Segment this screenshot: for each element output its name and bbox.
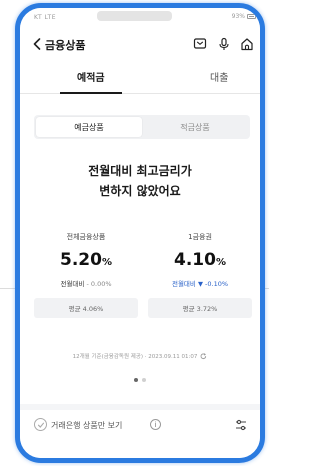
carousel-pagination xyxy=(20,378,260,382)
section-separator xyxy=(20,404,260,410)
home-icon xyxy=(241,38,253,51)
stat-rate-unit: % xyxy=(215,257,226,268)
stat-change: 전월대비 ▼ -0.10% xyxy=(148,278,252,288)
stat-rate-unit: % xyxy=(101,257,112,268)
product-tabs: 예적금 대출 xyxy=(20,64,260,94)
stat-tier1-banks: 1금융권 4.10% 전월대비 ▼ -0.10% 평균 3.72% xyxy=(148,232,252,318)
phone-frame: KT LTE 93% 금융상품 예적금 대출 예금상품 적금상품 전월대비 최고… xyxy=(15,3,265,463)
headline-line-2: 변하지 않았어요 xyxy=(99,184,181,198)
app-header: 금융상품 xyxy=(20,32,260,56)
voice-search-button[interactable] xyxy=(216,36,232,52)
stat-label: 1금융권 xyxy=(188,233,212,241)
stat-label: 전체금융상품 xyxy=(66,233,106,241)
pagination-dot-active[interactable] xyxy=(134,378,138,382)
back-button[interactable] xyxy=(30,36,44,52)
segment-installment[interactable]: 적금상품 xyxy=(142,117,248,137)
info-icon[interactable]: i xyxy=(150,419,161,430)
back-arrow-icon xyxy=(33,38,41,50)
my-bank-only-label[interactable]: 거래은행 상품만 보기 xyxy=(51,420,122,431)
chat-button[interactable] xyxy=(192,36,208,52)
headline-line-1: 전월대비 최고금리가 xyxy=(88,164,192,178)
filter-icon[interactable] xyxy=(234,418,248,432)
stat-rate-value: 5.20 xyxy=(60,250,102,270)
stat-all-products: 전체금융상품 5.20% 전월대비 - 0.00% 평균 4.06% xyxy=(34,232,138,318)
refresh-icon[interactable] xyxy=(200,352,207,360)
deposit-type-segment: 예금상품 적금상품 xyxy=(34,115,250,139)
app-screen: KT LTE 93% 금융상품 예적금 대출 예금상품 적금상품 전월대비 최고… xyxy=(20,8,260,458)
my-bank-only-checkbox[interactable] xyxy=(34,418,47,431)
stat-change-label: 전월대비 xyxy=(171,280,196,288)
stat-rate: 5.20% xyxy=(34,250,138,270)
screenshot-stage: KT LTE 93% 금융상품 예적금 대출 예금상품 적금상품 전월대비 최고… xyxy=(0,0,269,466)
stat-change: 전월대비 - 0.00% xyxy=(34,278,138,288)
active-tab-indicator xyxy=(60,92,122,94)
carrier-text: KT LTE xyxy=(34,14,57,21)
status-bar: KT LTE 93% xyxy=(20,8,260,28)
stat-change-label: 전월대비 xyxy=(60,280,85,288)
data-basis-note: 12개월 기준(금융감독원 제공) · 2023.09.11 01:07 xyxy=(20,352,260,360)
segment-deposit[interactable]: 예금상품 xyxy=(36,117,142,137)
stat-change-value: - 0.00% xyxy=(86,280,112,288)
battery-icon xyxy=(247,14,256,19)
basis-text: 12개월 기준(금융감독원 제공) · 2023.09.11 01:07 xyxy=(72,354,198,360)
camera-notch xyxy=(97,11,172,21)
chat-icon xyxy=(193,38,207,49)
stat-change-value: ▼ -0.10% xyxy=(197,280,229,288)
battery-percent: 93% xyxy=(231,13,245,20)
stat-rate: 4.10% xyxy=(148,250,252,270)
pagination-dot[interactable] xyxy=(142,378,146,382)
stat-average: 평균 3.72% xyxy=(148,298,252,318)
rate-headline: 전월대비 최고금리가 변하지 않았어요 xyxy=(20,161,260,201)
tab-loans[interactable]: 대출 xyxy=(210,69,228,84)
status-right: 93% xyxy=(232,13,256,20)
home-button[interactable] xyxy=(239,36,255,52)
tab-savings[interactable]: 예적금 xyxy=(77,69,105,84)
page-title: 금융상품 xyxy=(45,39,86,52)
check-icon xyxy=(37,422,44,428)
microphone-icon xyxy=(219,37,229,50)
filter-row: 거래은행 상품만 보기 i xyxy=(20,414,260,438)
stat-average: 평균 4.06% xyxy=(34,298,138,318)
stat-rate-value: 4.10 xyxy=(174,250,216,270)
